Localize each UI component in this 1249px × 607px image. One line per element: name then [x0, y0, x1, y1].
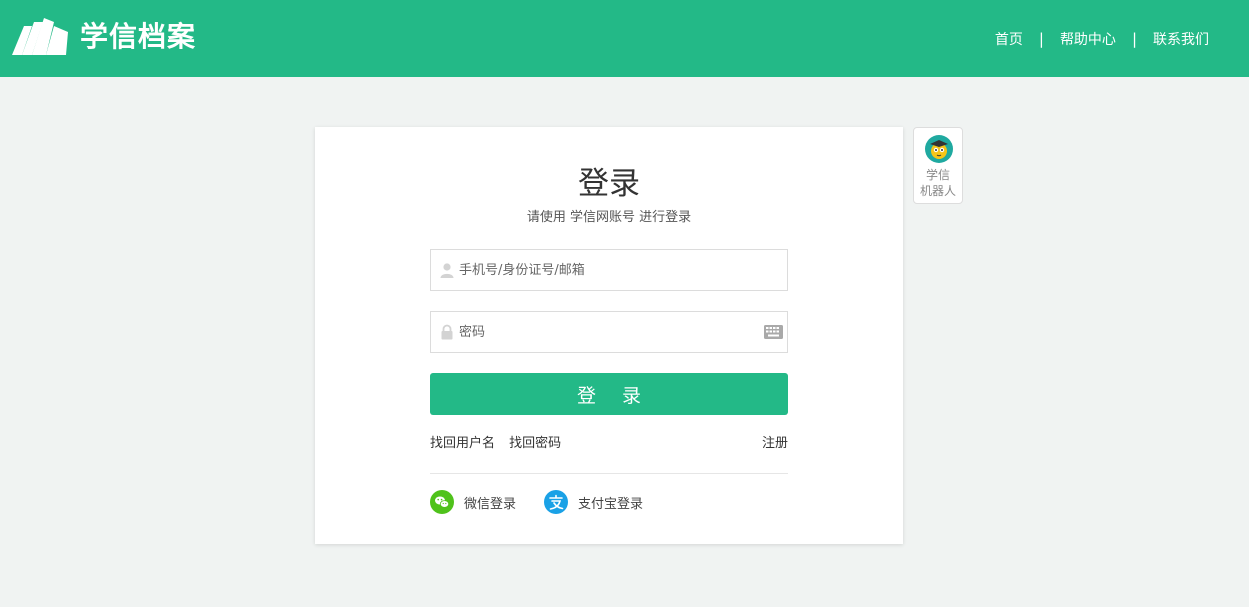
robot-label-line1: 学信 — [925, 168, 950, 182]
logo-text: 学信档案 — [80, 20, 197, 53]
account-links: 找回用户名 找回密码 注册 — [430, 432, 788, 451]
nav-home[interactable]: 首页 — [995, 29, 1023, 49]
login-card: 登录 请使用 学信网账号 进行登录 登 录 找回用户名 找回密 — [315, 127, 903, 544]
top-header: 学信档案 首页 | 帮助中心 | 联系我们 — [0, 0, 1249, 77]
top-nav: 首页 | 帮助中心 | 联系我们 — [995, 0, 1209, 77]
username-field[interactable] — [430, 249, 788, 291]
nav-separator: | — [1131, 29, 1137, 48]
robot-label: 学信 机器人 — [914, 167, 962, 199]
user-icon — [440, 263, 454, 278]
wechat-login-link[interactable]: 微信登录 — [430, 490, 516, 514]
keyboard-icon[interactable] — [764, 325, 783, 339]
nav-contact-us[interactable]: 联系我们 — [1153, 29, 1209, 49]
robot-avatar-icon — [925, 135, 953, 163]
find-username-link[interactable]: 找回用户名 — [430, 436, 495, 451]
nav-separator: | — [1038, 29, 1044, 48]
lock-icon — [441, 324, 453, 340]
wechat-login-label: 微信登录 — [464, 496, 517, 512]
alipay-login-label: 支付宝登录 — [578, 496, 644, 512]
robot-label-line2: 机器人 — [919, 184, 956, 198]
register-link[interactable]: 注册 — [762, 432, 788, 451]
wechat-icon — [430, 490, 454, 514]
alipay-icon — [544, 490, 568, 514]
username-input[interactable] — [459, 250, 759, 290]
password-field[interactable] — [430, 311, 788, 353]
password-input[interactable] — [459, 312, 759, 352]
xuexin-robot-widget[interactable]: 学信 机器人 — [913, 127, 963, 204]
nav-help-center[interactable]: 帮助中心 — [1060, 29, 1116, 49]
logo-icon — [12, 18, 68, 55]
alipay-login-link[interactable]: 支付宝登录 — [544, 490, 643, 514]
login-submit-button[interactable]: 登 录 — [430, 373, 788, 415]
divider — [430, 473, 788, 474]
login-subtitle: 请使用 学信网账号 进行登录 — [526, 210, 692, 225]
logo[interactable]: 学信档案 — [10, 17, 196, 57]
login-title: 登录 — [578, 166, 640, 202]
find-password-link[interactable]: 找回密码 — [509, 436, 561, 451]
